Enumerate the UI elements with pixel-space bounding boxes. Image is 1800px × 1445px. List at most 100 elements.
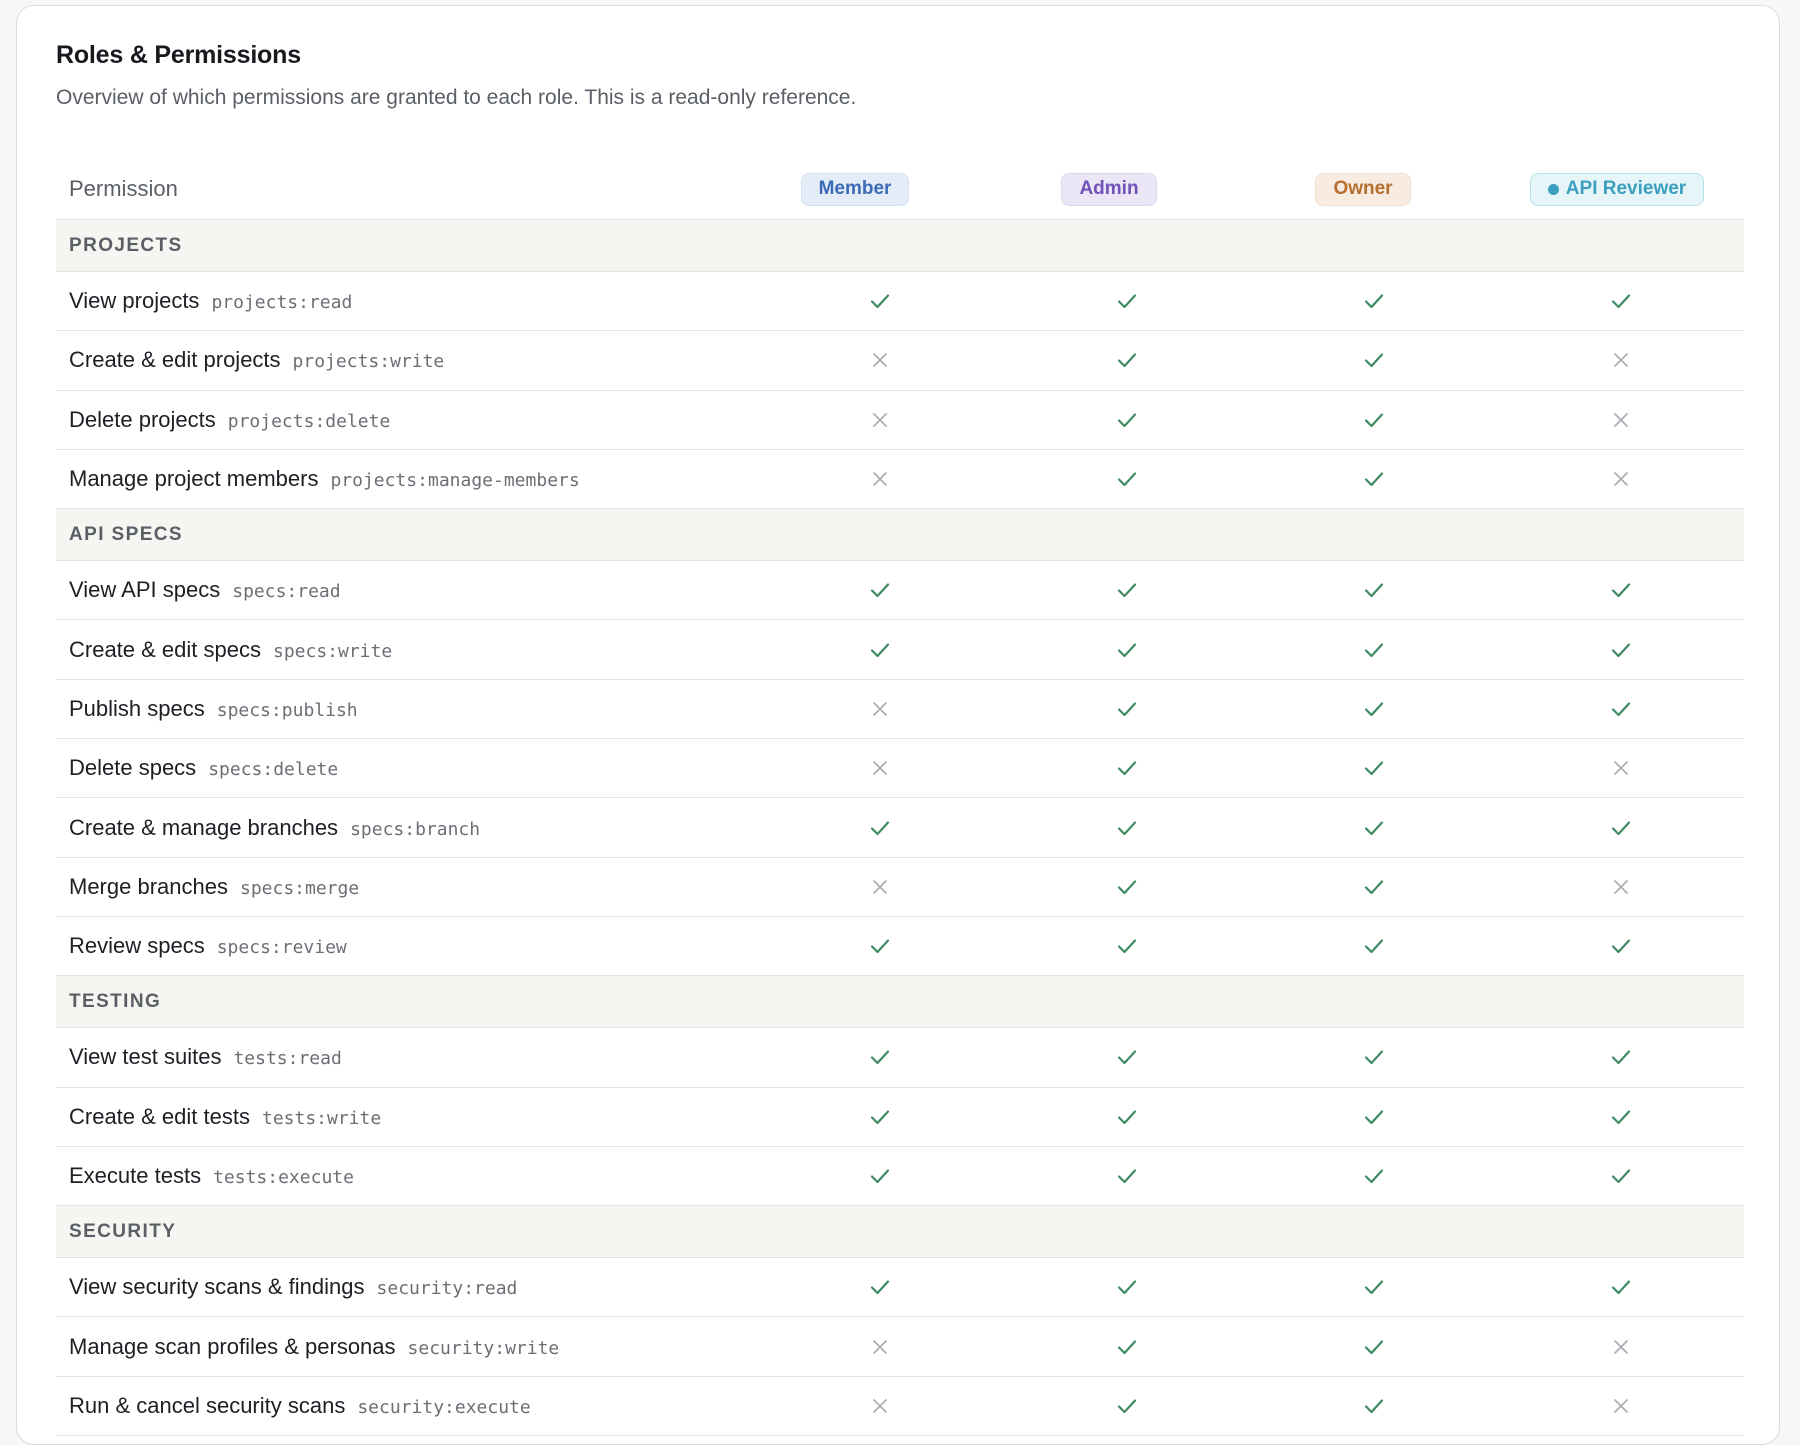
check-icon <box>1116 817 1138 839</box>
table-row: View API specs specs:read <box>56 561 1744 621</box>
grant-cell <box>756 698 1003 720</box>
check-icon <box>1363 349 1385 371</box>
x-icon <box>1610 1395 1632 1417</box>
table-row: View test suites tests:read <box>56 1028 1744 1088</box>
table-row: View security scans & findings security:r… <box>56 1258 1744 1318</box>
check-icon <box>1363 698 1385 720</box>
permission-name: Create & edit specs <box>69 636 261 662</box>
role-badge-label: Member <box>818 178 892 199</box>
permission-cell: View security scans & findings security:r… <box>56 1274 756 1300</box>
check-icon <box>1363 817 1385 839</box>
check-icon <box>869 579 891 601</box>
grant-cell <box>1003 579 1250 601</box>
check-icon <box>1610 698 1632 720</box>
table-row: Publish specs specs:publish <box>56 680 1744 740</box>
permission-code: tests:read <box>233 1048 342 1070</box>
permission-code: specs:merge <box>239 877 360 899</box>
grant-cell <box>1250 1106 1497 1128</box>
permission-name: Delete projects <box>69 406 216 432</box>
permission-code: projects:manage-members <box>330 470 580 492</box>
grant-cell <box>756 639 1003 661</box>
grant-cell <box>756 290 1003 312</box>
grant-cell <box>1497 1336 1744 1358</box>
grant-cell <box>1497 876 1744 898</box>
check-icon <box>1116 349 1138 371</box>
grant-cell <box>1497 1276 1744 1298</box>
grant-cell <box>1003 1276 1250 1298</box>
check-icon <box>1610 1276 1632 1298</box>
role-badge-member: Member <box>800 172 910 206</box>
check-icon <box>1363 757 1385 779</box>
role-badge-label: API Reviewer <box>1565 178 1687 199</box>
permission-code: specs:publish <box>216 699 358 721</box>
grant-cell <box>1497 290 1744 312</box>
permission-code: specs:branch <box>350 818 481 840</box>
table-row: View projects projects:read <box>56 272 1744 332</box>
check-icon <box>1363 1276 1385 1298</box>
role-header-cell: Member <box>728 172 982 206</box>
permission-code: specs:review <box>216 937 347 959</box>
permission-cell: Publish specs specs:publish <box>56 696 756 722</box>
grant-cell <box>756 579 1003 601</box>
permission-code: tests:write <box>261 1107 382 1129</box>
permission-code: tests:execute <box>213 1167 354 1188</box>
grant-cell <box>1003 1395 1250 1417</box>
grant-cell <box>1003 349 1250 371</box>
check-icon <box>869 1046 891 1068</box>
permission-code: security:execute <box>357 1396 531 1418</box>
check-icon <box>1116 1336 1138 1358</box>
grant-cell <box>1003 935 1250 957</box>
grant-cell <box>1003 1165 1250 1187</box>
x-icon <box>1610 757 1632 779</box>
x-icon <box>869 468 891 490</box>
check-icon <box>1363 290 1385 312</box>
permission-cell: Delete specs specs:delete <box>56 755 756 781</box>
role-header-cell: Admin <box>982 172 1236 206</box>
grant-cell <box>1250 579 1497 601</box>
check-icon <box>1610 1046 1632 1068</box>
permission-code: specs:write <box>272 640 393 662</box>
check-icon <box>1363 935 1385 957</box>
permission-name: Create & edit projects <box>69 347 281 373</box>
check-icon <box>1363 1336 1385 1358</box>
permission-code: security:read <box>376 1278 518 1300</box>
grant-cell <box>756 409 1003 431</box>
grant-cell <box>756 1276 1003 1298</box>
grant-cell <box>1003 290 1250 312</box>
check-icon <box>869 1106 891 1128</box>
check-icon <box>1610 1106 1632 1128</box>
grant-cell <box>1497 409 1744 431</box>
page-title: Roles & Permissions <box>56 41 301 69</box>
check-icon <box>1610 579 1632 601</box>
section-row: TESTING <box>56 976 1744 1029</box>
table-row: Delete projects projects:delete <box>56 391 1744 450</box>
check-icon <box>1116 1276 1138 1298</box>
permission-name: Create & edit tests <box>69 1103 250 1129</box>
permission-name: View test suites <box>69 1044 222 1070</box>
table-row: Manage project members projects:manage-me… <box>56 450 1744 510</box>
check-icon <box>1363 579 1385 601</box>
permission-name: Manage project members <box>69 466 319 492</box>
permission-cell: Create & edit specs specs:write <box>56 637 756 663</box>
permission-cell: View projects projects:read <box>56 288 756 314</box>
grant-cell <box>1250 1046 1497 1068</box>
grant-cell <box>756 1165 1003 1187</box>
permission-name: Delete specs <box>69 755 197 781</box>
table-row: Run & cancel security scans security:exec… <box>56 1377 1744 1437</box>
permission-name: Create & manage branches <box>69 814 339 840</box>
permission-name: Publish specs <box>69 695 205 721</box>
check-icon <box>1610 639 1632 661</box>
section-label: TESTING <box>69 990 162 1012</box>
permission-cell: Create & edit tests tests:write <box>56 1104 756 1130</box>
role-header-cell: Owner <box>1236 172 1490 206</box>
role-badge-api-reviewer: API Reviewer <box>1529 172 1705 206</box>
permission-name: Merge branches <box>69 873 228 899</box>
grant-cell <box>1497 1046 1744 1068</box>
table-row: Create & edit projects projects:write <box>56 331 1744 391</box>
permission-name: Run & cancel security scans <box>69 1392 346 1418</box>
permission-name: View projects <box>69 288 200 314</box>
x-icon <box>869 876 891 898</box>
check-icon <box>1363 1106 1385 1128</box>
check-icon <box>1116 290 1138 312</box>
permissions-table: Permission Member Admin Owner API Reviewer … <box>56 159 1744 1437</box>
